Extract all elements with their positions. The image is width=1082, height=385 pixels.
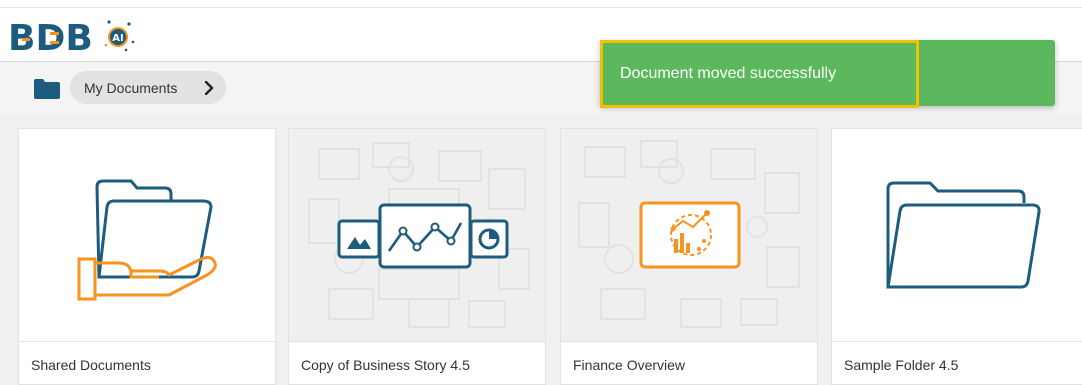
card-divider — [289, 341, 545, 342]
bdb-logo[interactable]: BDB AI — [6, 12, 156, 65]
folder-icon — [886, 181, 1041, 289]
card-divider — [19, 341, 275, 342]
document-card-business-story[interactable]: Copy of Business Story 4.5 — [288, 128, 546, 385]
toast-message: Document moved successfully — [620, 65, 837, 82]
card-label: Shared Documents — [31, 357, 151, 373]
breadcrumb-label: My Documents — [84, 79, 178, 96]
card-label: Sample Folder 4.5 — [844, 357, 959, 373]
card-thumbnail — [19, 129, 275, 341]
success-toast[interactable]: Document moved successfully — [600, 40, 1055, 108]
card-thumbnail — [289, 129, 545, 341]
card-thumbnail — [561, 129, 817, 341]
dashboard-icon — [578, 140, 800, 328]
card-thumbnail — [832, 129, 1082, 341]
card-divider — [832, 341, 1082, 342]
logo-badge-text: AI — [112, 33, 123, 44]
card-label: Copy of Business Story 4.5 — [301, 357, 470, 373]
chevron-right-icon — [204, 80, 214, 98]
folder-icon[interactable] — [34, 79, 60, 99]
breadcrumb-my-documents[interactable]: My Documents — [70, 71, 226, 104]
card-divider — [561, 341, 817, 342]
shared-folder-hand-icon — [77, 179, 217, 301]
document-card-shared-documents[interactable]: Shared Documents — [18, 128, 276, 385]
document-card-finance-overview[interactable]: Finance Overview — [560, 128, 818, 385]
svg-text:BDB: BDB — [8, 18, 93, 59]
document-card-sample-folder[interactable]: Sample Folder 4.5 — [831, 128, 1082, 385]
card-label: Finance Overview — [573, 357, 686, 373]
business-story-icon — [308, 142, 530, 328]
